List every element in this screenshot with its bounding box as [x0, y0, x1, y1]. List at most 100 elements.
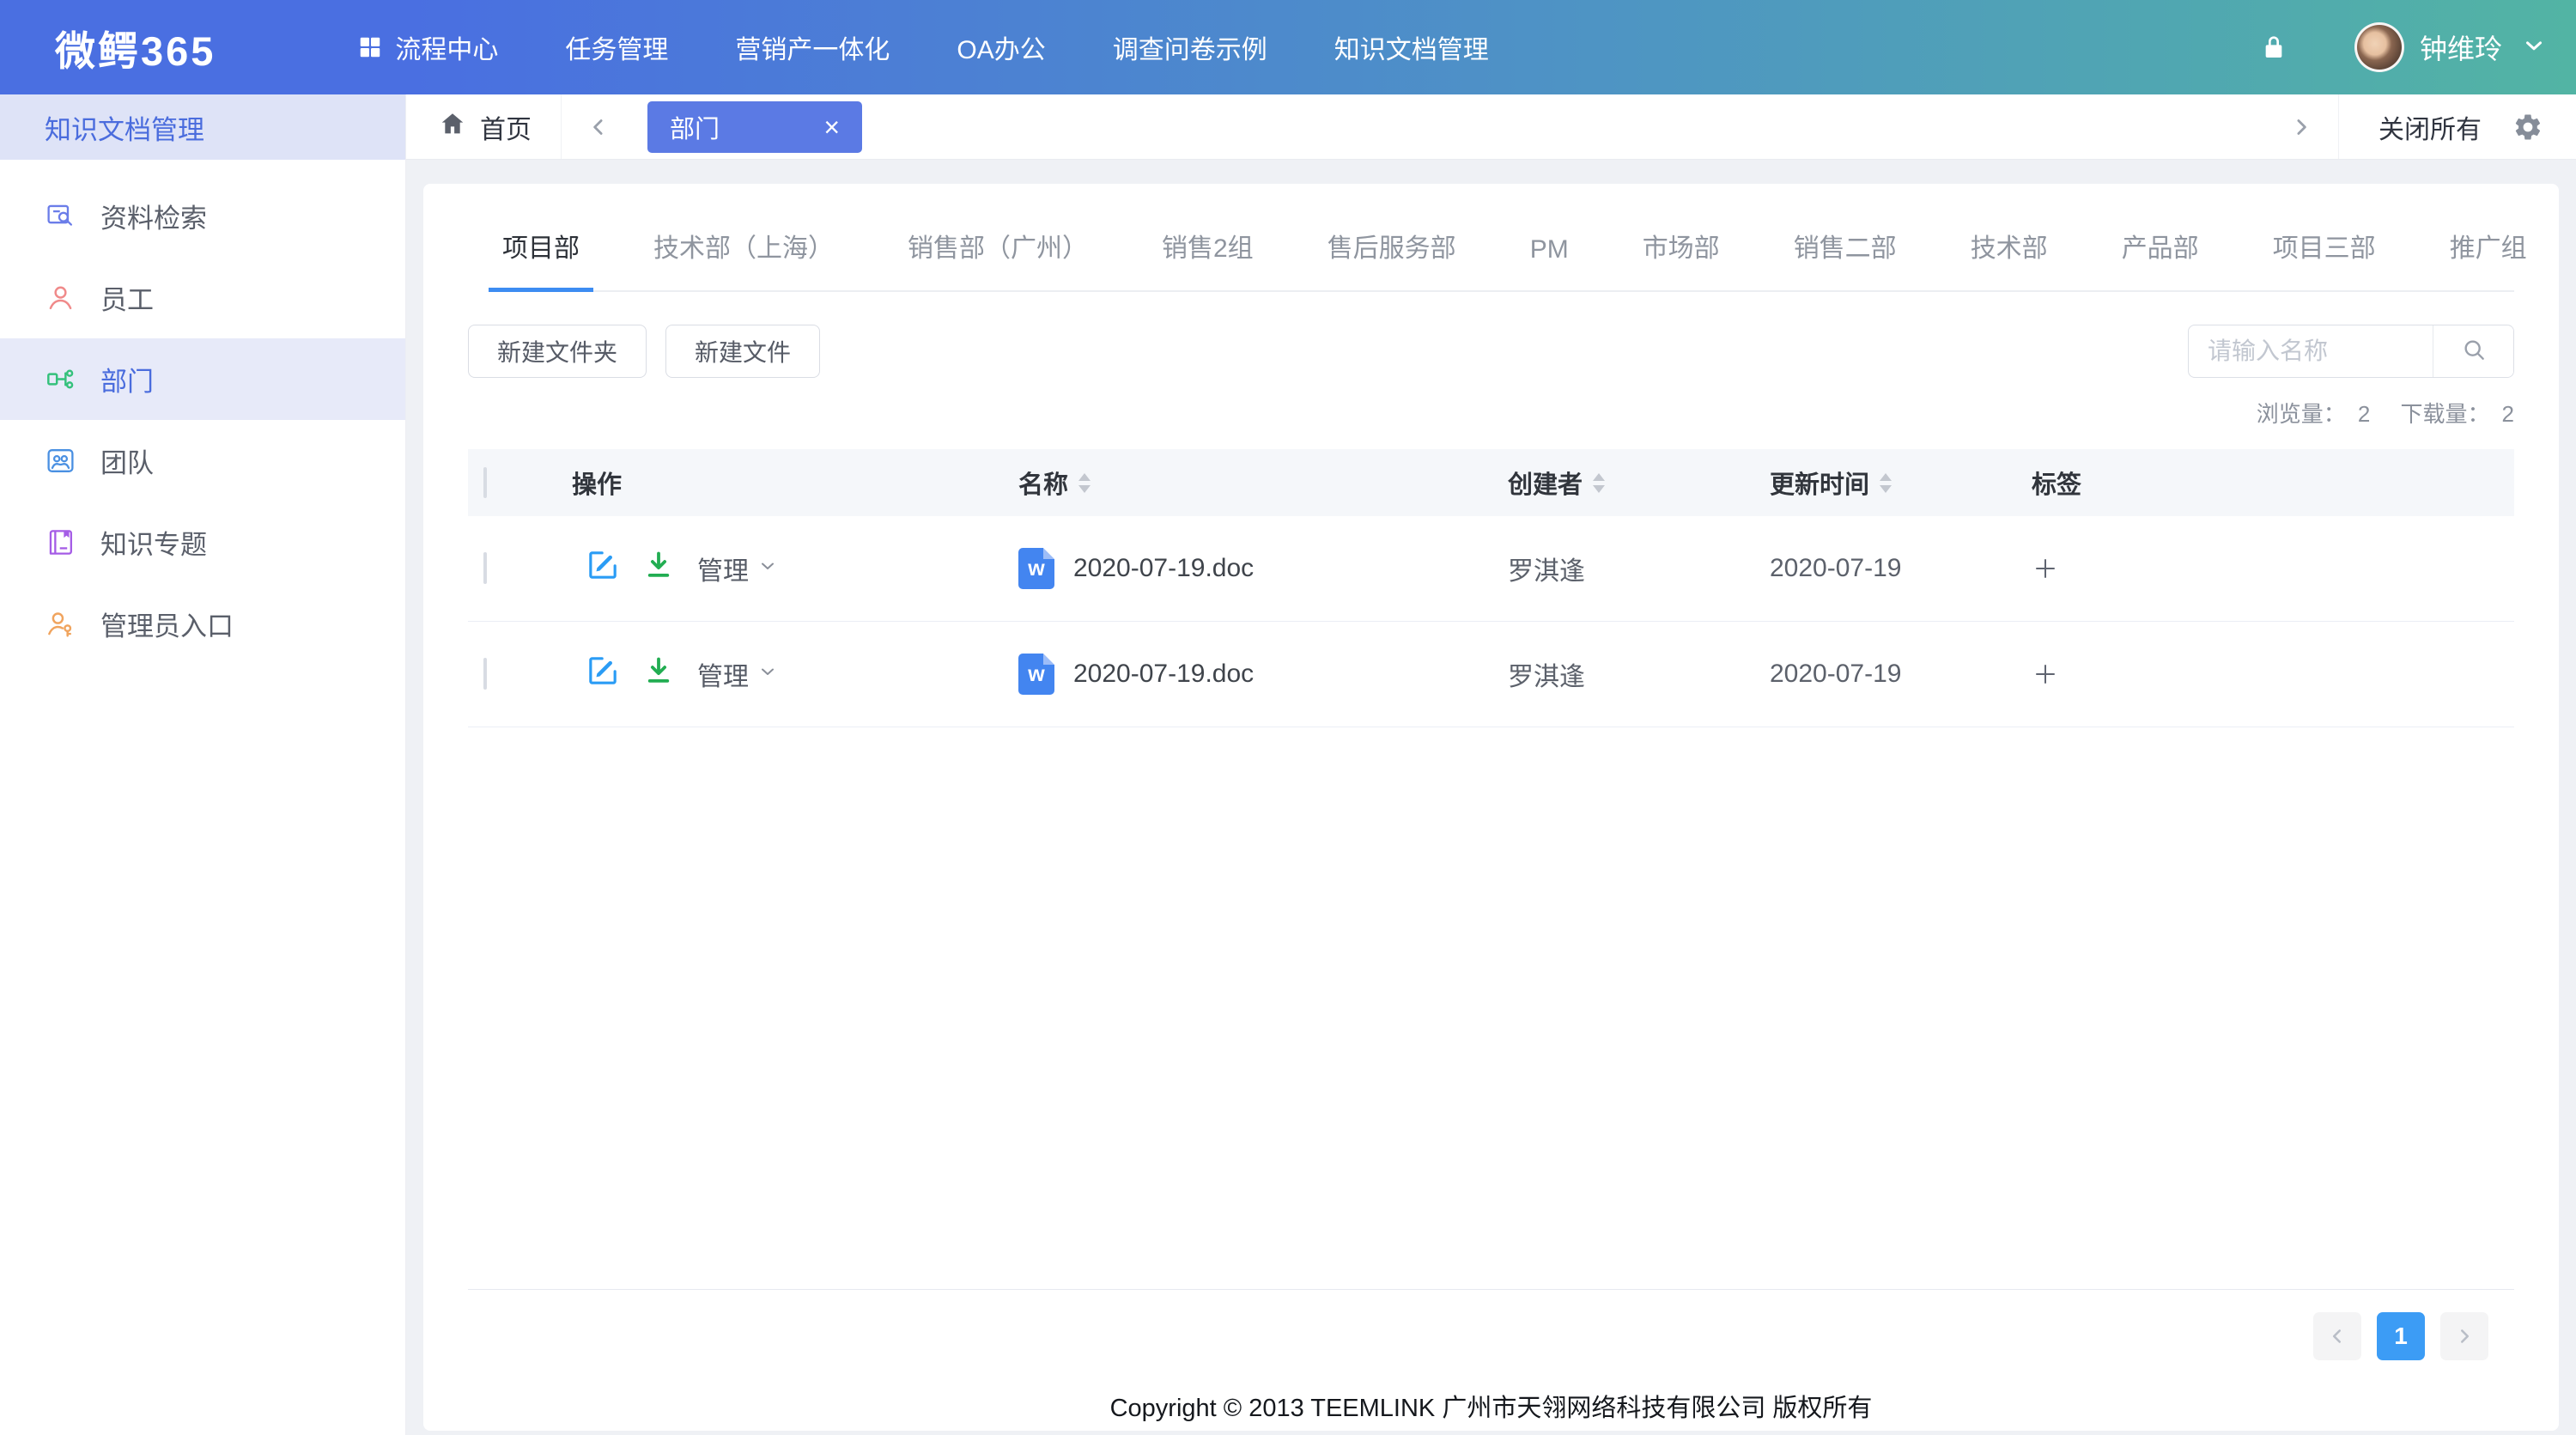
- sort-icon[interactable]: [1593, 473, 1605, 493]
- topnav-item-survey-demo[interactable]: 调查问卷示例: [1113, 28, 1267, 66]
- dept-tab-market[interactable]: 市场部: [1629, 215, 1734, 290]
- word-file-icon: w: [1018, 548, 1054, 589]
- topnav-item-knowledge-docs[interactable]: 知识文档管理: [1334, 28, 1489, 66]
- next-page-button[interactable]: [2440, 1312, 2488, 1360]
- topnav-item-task-management[interactable]: 任务管理: [565, 28, 668, 66]
- topnav-item-oa[interactable]: OA办公: [957, 28, 1045, 66]
- topnav-item-marketing[interactable]: 营销产一体化: [735, 28, 890, 66]
- toolbar: 新建文件夹 新建文件: [468, 325, 2514, 378]
- close-all-tabs-button[interactable]: 关闭所有: [2339, 108, 2512, 146]
- book-icon: [45, 526, 76, 558]
- doc-search-icon: [45, 200, 76, 232]
- search-icon: [2460, 336, 2488, 368]
- file-creator: 罗淇逢: [1485, 550, 1747, 587]
- dept-tab-aftersales[interactable]: 售后服务部: [1314, 215, 1470, 290]
- column-name[interactable]: 名称: [996, 465, 1485, 501]
- manage-dropdown[interactable]: 管理: [697, 550, 778, 587]
- department-tabs: 项目部 技术部（上海） 销售部（广州） 销售2组 售后服务部 PM 市场部 销售…: [489, 215, 2514, 292]
- topbar-right: 钟维玲: [2260, 22, 2576, 72]
- add-tag-icon[interactable]: [2032, 555, 2059, 582]
- file-updated: 2020-07-19: [1747, 660, 2009, 689]
- table-row: 管理 w 2020-07-19.doc 罗淇逢 2020-07-19: [468, 622, 2514, 727]
- stats-line: 浏览量： 2 下载量： 2: [468, 397, 2514, 429]
- breadcrumb-home[interactable]: 首页: [406, 94, 562, 159]
- word-file-icon: w: [1018, 654, 1054, 695]
- close-tab-icon[interactable]: ×: [823, 113, 840, 141]
- lock-icon[interactable]: [2260, 33, 2287, 61]
- file-name-link[interactable]: 2020-07-19.doc: [1073, 660, 1254, 689]
- file-name-link[interactable]: 2020-07-19.doc: [1073, 554, 1254, 583]
- column-updated[interactable]: 更新时间: [1747, 465, 2009, 501]
- search-button[interactable]: [2433, 325, 2513, 377]
- file-updated: 2020-07-19: [1747, 554, 2009, 583]
- content-card: 项目部 技术部（上海） 销售部（广州） 销售2组 售后服务部 PM 市场部 销售…: [423, 184, 2559, 1431]
- downloads-value: 2: [2502, 401, 2514, 427]
- dept-tab-tech-shanghai[interactable]: 技术部（上海）: [640, 215, 848, 290]
- files-table: 操作 名称 创建者 更新时间 标签: [468, 449, 2514, 1290]
- file-creator: 罗淇逢: [1485, 655, 1747, 693]
- new-file-button[interactable]: 新建文件: [665, 325, 820, 378]
- views-value: 2: [2358, 401, 2370, 427]
- row-checkbox[interactable]: [483, 552, 487, 584]
- sidebar-item-admin-entry[interactable]: 管理员入口: [0, 583, 405, 665]
- edit-icon[interactable]: [586, 548, 620, 589]
- download-icon[interactable]: [642, 549, 675, 588]
- row-checkbox[interactable]: [483, 658, 487, 690]
- topnav-label: 流程中心: [395, 28, 498, 66]
- new-folder-button[interactable]: 新建文件夹: [468, 325, 647, 378]
- dept-tab-sales2[interactable]: 销售二部: [1780, 215, 1911, 290]
- column-tags: 标签: [2009, 465, 2514, 501]
- chevron-down-icon[interactable]: [2521, 33, 2547, 63]
- dept-tab-project[interactable]: 项目部: [489, 215, 593, 290]
- sidebar-item-data-search[interactable]: 资料检索: [0, 175, 405, 257]
- dept-tab-sales-guangzhou[interactable]: 销售部（广州）: [894, 215, 1102, 290]
- prev-page-button[interactable]: [2313, 1312, 2361, 1360]
- person-icon: [45, 282, 76, 313]
- grid-icon: [357, 34, 383, 60]
- sidebar-item-knowledge-topics[interactable]: 知识专题: [0, 502, 405, 583]
- sidebar-item-departments[interactable]: 部门: [0, 338, 405, 420]
- top-nav: 流程中心 任务管理 营销产一体化 OA办公 调查问卷示例 知识文档管理: [357, 28, 1555, 66]
- sidebar-title: 知识文档管理: [0, 94, 405, 160]
- downloads-label: 下载量：: [2401, 401, 2490, 427]
- org-chart-icon: [45, 363, 76, 395]
- tab-scroll-left-icon[interactable]: [562, 94, 635, 159]
- manage-dropdown[interactable]: 管理: [697, 655, 778, 693]
- top-bar: 微鳄365 流程中心 任务管理 营销产一体化 OA办公 调查问卷示例 知识文档管…: [0, 0, 2576, 94]
- open-tab-departments[interactable]: 部门 ×: [647, 101, 862, 153]
- user-avatar[interactable]: [2354, 22, 2404, 72]
- add-tag-icon[interactable]: [2032, 660, 2059, 688]
- chevron-down-icon: [757, 554, 778, 583]
- sort-icon[interactable]: [1078, 473, 1091, 493]
- chevron-down-icon: [757, 660, 778, 689]
- app-logo: 微鳄365: [55, 18, 216, 77]
- sidebar-item-employees[interactable]: 员工: [0, 257, 405, 338]
- dept-tab-tech[interactable]: 技术部: [1957, 215, 2062, 290]
- column-creator[interactable]: 创建者: [1485, 465, 1747, 501]
- dept-tab-pm[interactable]: PM: [1516, 223, 1583, 290]
- dept-tab-sales-group2[interactable]: 销售2组: [1148, 215, 1267, 290]
- user-name[interactable]: 钟维玲: [2420, 27, 2502, 67]
- sidebar-item-teams[interactable]: 团队: [0, 420, 405, 502]
- dept-tab-promotion[interactable]: 推广组: [2436, 215, 2541, 290]
- download-icon[interactable]: [642, 654, 675, 694]
- select-all-checkbox[interactable]: [483, 467, 487, 498]
- edit-icon[interactable]: [586, 654, 620, 695]
- dept-tab-project3[interactable]: 项目三部: [2259, 215, 2390, 290]
- search-input[interactable]: [2189, 337, 2433, 365]
- views-label: 浏览量：: [2257, 401, 2346, 427]
- table-header: 操作 名称 创建者 更新时间 标签: [468, 449, 2514, 516]
- page-number-button[interactable]: 1: [2377, 1312, 2425, 1360]
- tab-scroll-right-icon[interactable]: [2264, 94, 2338, 159]
- topnav-item-process-center[interactable]: 流程中心: [357, 28, 498, 66]
- column-actions: 操作: [550, 465, 996, 501]
- dept-tab-product[interactable]: 产品部: [2108, 215, 2213, 290]
- copyright-text: Copyright © 2013 TEEMLINK 广州市天翎网络科技有限公司 …: [468, 1388, 2514, 1424]
- sidebar: 知识文档管理 资料检索 员工 部门 团队 知识专题: [0, 94, 406, 1435]
- table-row: 管理 w 2020-07-19.doc 罗淇逢 2020-07-19: [468, 516, 2514, 622]
- home-icon: [439, 110, 466, 144]
- team-icon: [45, 445, 76, 477]
- sort-icon[interactable]: [1880, 473, 1892, 493]
- table-empty-area: [468, 727, 2514, 1290]
- gear-icon[interactable]: [2512, 112, 2576, 143]
